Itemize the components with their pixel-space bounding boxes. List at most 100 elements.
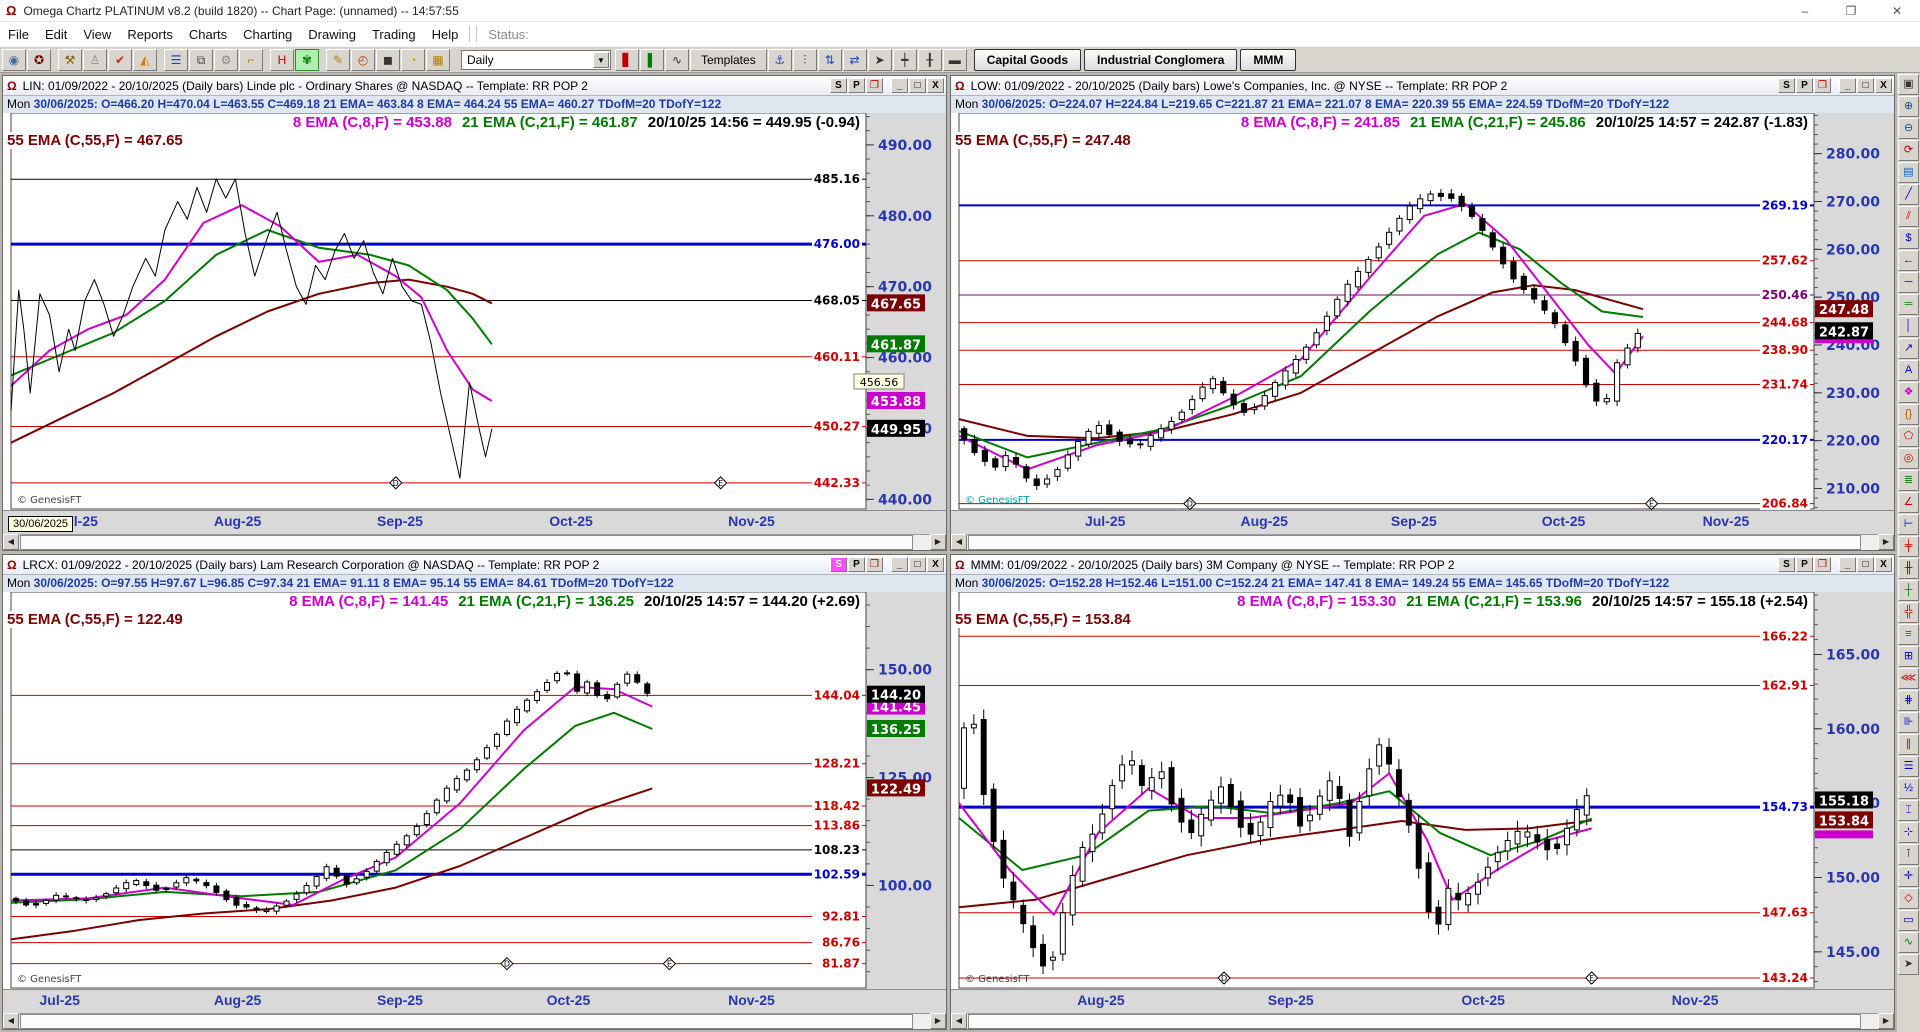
menu-item-reports[interactable]: Reports	[119, 24, 181, 45]
channel-icon[interactable]: ∥	[1898, 734, 1919, 755]
tbar-icon[interactable]: ⊢	[1898, 514, 1919, 535]
menu-item-file[interactable]: File	[0, 24, 37, 45]
trend-arrow-icon[interactable]: ↗	[1898, 338, 1919, 359]
panel-minimize-button[interactable]: _	[1839, 557, 1856, 572]
panel-maximize-button[interactable]: □	[1857, 78, 1874, 93]
pattern1-icon[interactable]: ╪	[1898, 536, 1919, 557]
rps-lines-icon[interactable]: ≣	[1898, 470, 1919, 491]
panel-minimize-button[interactable]: _	[1839, 78, 1856, 93]
print-button[interactable]: P	[848, 557, 865, 572]
panel-maximize-button[interactable]: □	[1857, 557, 1874, 572]
image-icon[interactable]: ▤	[1898, 162, 1919, 183]
sector-button-mmm[interactable]: MMM	[1240, 48, 1297, 71]
bars-tool-icon[interactable]: ⊪	[1898, 712, 1919, 733]
panel-titlebar[interactable]: Ω LRCX: 01/09/2022 - 20/10/2025 (Daily ba…	[3, 555, 946, 575]
scroll-right-arrow[interactable]: ▶	[1878, 534, 1894, 550]
list-icon[interactable]: ☰	[164, 48, 188, 71]
print-button[interactable]: P	[848, 78, 865, 93]
double-line-icon[interactable]: ═	[1898, 294, 1919, 315]
close-button[interactable]: ✕	[1874, 0, 1920, 21]
menu-lines-icon[interactable]: ☰	[1898, 756, 1919, 777]
dollar-line-icon[interactable]: $	[1898, 228, 1919, 249]
templates-button[interactable]: Templates	[690, 48, 767, 71]
sector-button-industrial-conglomera[interactable]: Industrial Conglomera	[1084, 48, 1238, 71]
time-axis[interactable]: Jul-25 Aug-25 Sep-25 Oct-25 Nov-25	[951, 510, 1894, 534]
numbers-icon[interactable]: ½	[1898, 778, 1919, 799]
cross2-icon[interactable]: ╂	[917, 48, 942, 71]
quotes-icon[interactable]: ✪	[27, 48, 51, 71]
chart-page-icon[interactable]: ❐	[1814, 557, 1831, 572]
menu-item-charts[interactable]: Charts	[181, 24, 235, 45]
text-tool-icon[interactable]: A	[1898, 360, 1919, 381]
horizontal-scrollbar[interactable]: ◀ ▶	[951, 1013, 1894, 1029]
hotlist-icon[interactable]: H	[270, 48, 294, 71]
rect-icon[interactable]: ▭	[1898, 910, 1919, 931]
time-axis[interactable]: Jul-25 Aug-25 Sep-25 Oct-25 Nov-25	[3, 989, 946, 1013]
zoom-in-icon[interactable]: ⊕	[1898, 96, 1919, 117]
menu-item-trading[interactable]: Trading	[364, 24, 424, 45]
candle-a-icon[interactable]: ⫶	[792, 48, 817, 71]
fan-icon[interactable]: ⋘	[1898, 668, 1919, 689]
parallel-lines-icon[interactable]: ⫽	[1898, 206, 1919, 227]
scroll-left-arrow[interactable]: ◀	[3, 1013, 19, 1029]
menu-item-charting[interactable]: Charting	[235, 24, 300, 45]
sync-icon[interactable]: ⟳	[1898, 140, 1919, 161]
horizontal-scrollbar[interactable]: ◀ ▶	[3, 534, 946, 550]
scrollbar-thumb[interactable]	[968, 1014, 1861, 1029]
panel-minimize-button[interactable]: _	[891, 78, 908, 93]
pattern4-icon[interactable]: ╬	[1898, 602, 1919, 623]
linestyle-icon[interactable]: ∿	[665, 48, 689, 71]
braces-icon[interactable]: {}	[1898, 404, 1919, 425]
shapes-icon[interactable]: ❖	[1898, 382, 1919, 403]
chart-area[interactable]: 490.00480.00470.00460.00450.00440.00485.…	[3, 113, 946, 510]
panel-titlebar[interactable]: Ω MMM: 01/09/2022 - 20/10/2025 (Daily bar…	[951, 555, 1894, 575]
scroll-left-arrow[interactable]: ◀	[951, 1013, 967, 1029]
scroll-right-arrow[interactable]: ▶	[1878, 1013, 1894, 1029]
chart-area[interactable]: 165.00160.00155.00150.00145.00166.22162.…	[951, 592, 1894, 989]
panel-minimize-button[interactable]: _	[891, 557, 908, 572]
chart-area[interactable]: 280.00 270.00 260.00 250.00 240.00 230.00 220.…	[951, 113, 1894, 510]
levels-icon[interactable]: ≡	[1898, 624, 1919, 645]
bars-green-icon[interactable]: ▌	[640, 48, 664, 71]
time-axis[interactable]: Jul-25 Aug-25 Sep-25 Oct-25 Nov-25	[3, 510, 946, 534]
plus-small-icon[interactable]: ⊹	[1898, 822, 1919, 843]
circles-icon[interactable]: ◎	[1898, 448, 1919, 469]
chart-page-icon[interactable]: ❐	[866, 557, 883, 572]
scan-icon[interactable]: ◭	[133, 48, 157, 71]
pattern3-icon[interactable]: ┼	[1898, 580, 1919, 601]
panel-maximize-button[interactable]: □	[909, 557, 926, 572]
scroll-left-arrow[interactable]: ◀	[3, 534, 19, 550]
dash-icon[interactable]: ▬	[942, 48, 967, 71]
angle-icon[interactable]: ∠	[1898, 492, 1919, 513]
chart-page-icon[interactable]: ❐	[866, 78, 883, 93]
print-button[interactable]: P	[1796, 557, 1813, 572]
bars-updown-icon[interactable]: ▋	[615, 48, 639, 71]
scroll-left-arrow[interactable]: ◀	[951, 534, 967, 550]
zoom-out-icon[interactable]: ⊖	[1898, 118, 1919, 139]
tee-icon[interactable]: ⊺	[1898, 844, 1919, 865]
alerts-icon[interactable]: ✔	[108, 48, 132, 71]
menu-item-help[interactable]: Help	[424, 24, 467, 45]
scrollbar-track[interactable]	[19, 534, 930, 550]
chart-page-icon[interactable]: ❐	[1814, 78, 1831, 93]
pointer-icon[interactable]: ➤	[867, 48, 892, 71]
pitchfork-icon[interactable]: ⋕	[1898, 690, 1919, 711]
cross-big-icon[interactable]: ✛	[1898, 866, 1919, 887]
scrollbar-thumb[interactable]	[20, 535, 913, 550]
scrollbar-track[interactable]	[19, 1013, 930, 1029]
camera-icon[interactable]: ◼	[376, 48, 400, 71]
horizontal-scrollbar[interactable]: ◀ ▶	[951, 534, 1894, 550]
diamond-icon[interactable]: ◇	[1898, 888, 1919, 909]
panel-titlebar[interactable]: Ω LIN: 01/09/2022 - 20/10/2025 (Daily bar…	[3, 76, 946, 96]
menu-item-view[interactable]: View	[75, 24, 119, 45]
interval-dropdown[interactable]: Daily ▼	[461, 49, 611, 70]
snapshot-icon[interactable]: ▣	[1898, 74, 1919, 95]
scrollbar-thumb[interactable]	[20, 1014, 913, 1029]
panel-close-button[interactable]: X	[1875, 78, 1892, 93]
arrow-left-icon[interactable]: ←	[1898, 250, 1919, 271]
updown-icon[interactable]: ⇅	[817, 48, 842, 71]
maximize-button[interactable]: ❐	[1828, 0, 1874, 21]
panel-close-button[interactable]: X	[927, 78, 944, 93]
panel-titlebar[interactable]: Ω LOW: 01/09/2022 - 20/10/2025 (Daily bar…	[951, 76, 1894, 96]
pencil-icon[interactable]: ✎	[326, 48, 350, 71]
